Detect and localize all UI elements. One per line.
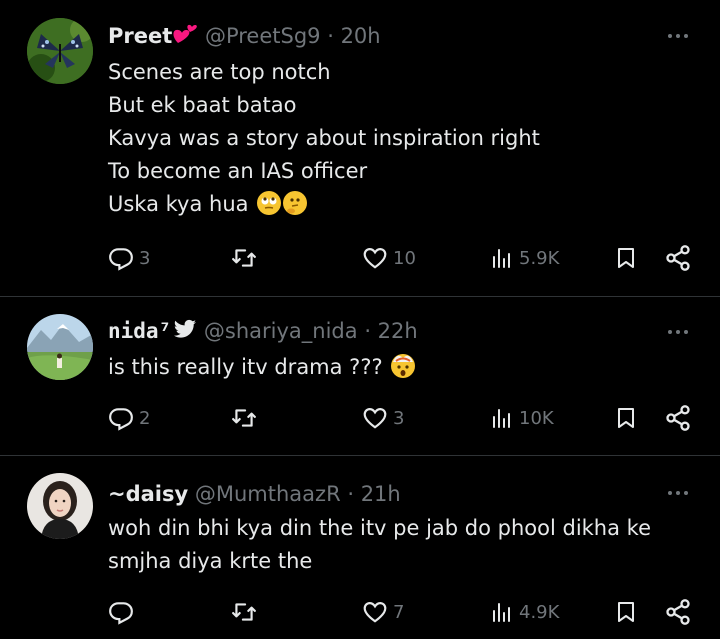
tweet-line: Scenes are top notch <box>108 60 331 84</box>
tweet-header: ~daisy @MumthaazR · 21h <box>108 480 401 508</box>
like-icon <box>363 248 387 269</box>
share-icon <box>666 245 690 271</box>
bookmark-button[interactable] <box>614 242 638 274</box>
share-icon <box>666 405 690 431</box>
tweet-line: is this really itv drama ??? <box>108 351 708 384</box>
views-count: 10K <box>519 407 554 429</box>
tweet-card[interactable]: ~daisy @MumthaazR · 21h woh din bhi kya … <box>0 456 720 639</box>
tweet-line: To become an IAS officer <box>108 159 368 183</box>
bookmark-button[interactable] <box>614 402 638 434</box>
reply-icon <box>109 248 133 271</box>
butterfly-avatar-image <box>27 18 93 84</box>
views-button[interactable]: 5.9K <box>490 242 559 274</box>
bookmark-icon <box>618 408 634 428</box>
thinking-emoji <box>283 191 308 215</box>
tweet-line: Kavya was a story about inspiration righ… <box>108 126 540 150</box>
reply-button[interactable] <box>108 596 139 628</box>
portrait-avatar-image <box>27 473 93 539</box>
separator: · <box>357 319 378 343</box>
retweet-button[interactable] <box>230 242 263 274</box>
like-button[interactable]: 10 <box>362 242 416 274</box>
exploding-head-emoji <box>391 354 416 378</box>
bookmark-button[interactable] <box>614 596 638 628</box>
like-button[interactable]: 7 <box>362 596 404 628</box>
more-icon[interactable] <box>664 489 694 497</box>
timestamp[interactable]: 21h <box>361 482 401 506</box>
separator: · <box>320 24 341 48</box>
views-button[interactable]: 4.9K <box>490 596 559 628</box>
avatar[interactable] <box>27 18 93 84</box>
handle[interactable]: @MumthaazR <box>195 482 341 506</box>
more-icon[interactable] <box>664 328 694 336</box>
separator: · <box>340 482 361 506</box>
action-bar: 2 3 10K <box>0 402 720 434</box>
reply-count: 2 <box>139 407 151 429</box>
like-button[interactable]: 3 <box>362 402 404 434</box>
avatar[interactable] <box>27 473 93 539</box>
views-count: 4.9K <box>519 601 560 623</box>
like-icon <box>363 408 387 429</box>
retweet-icon <box>232 249 256 267</box>
views-icon <box>493 603 510 622</box>
reply-button[interactable]: 2 <box>108 402 150 434</box>
avatar[interactable] <box>27 314 93 380</box>
timestamp[interactable]: 20h <box>341 24 381 48</box>
tweet-card[interactable]: nida⁷ @shariya_nida · 22h is this really… <box>0 297 720 455</box>
views-icon <box>493 249 510 268</box>
action-bar: 3 10 5.9K <box>0 242 720 274</box>
timestamp[interactable]: 22h <box>378 319 418 343</box>
tweet-line: Uska kya hua <box>108 188 708 221</box>
handle[interactable]: @shariya_nida <box>204 319 358 343</box>
share-button[interactable] <box>664 402 692 434</box>
display-name[interactable]: Preet <box>108 24 172 48</box>
share-icon <box>666 599 690 625</box>
bird-icon <box>173 318 197 338</box>
reply-count: 3 <box>139 247 151 269</box>
action-bar: 7 4.9K <box>0 596 720 628</box>
tweet-header: Preet @PreetSg9 · 20h <box>108 22 381 50</box>
tweet-line: smjha diya krte the <box>108 549 313 573</box>
views-button[interactable]: 10K <box>490 402 554 434</box>
display-name[interactable]: nida⁷ <box>108 319 171 343</box>
reply-icon <box>109 408 133 431</box>
tweet-text: is this really itv drama ??? <box>108 351 708 384</box>
like-count: 7 <box>393 601 405 623</box>
share-button[interactable] <box>664 242 692 274</box>
like-count: 3 <box>393 407 405 429</box>
bookmark-icon <box>618 248 634 268</box>
tweet-line: But ek baat batao <box>108 93 297 117</box>
retweet-icon <box>232 409 256 427</box>
views-icon <box>493 409 510 428</box>
reply-icon <box>109 602 133 625</box>
share-button[interactable] <box>664 596 692 628</box>
tweet-text: woh din bhi kya din the itv pe jab do ph… <box>108 512 708 578</box>
retweet-icon <box>232 603 256 621</box>
landscape-avatar-image <box>27 314 93 380</box>
retweet-button[interactable] <box>230 402 263 434</box>
like-icon <box>363 602 387 623</box>
reply-button[interactable]: 3 <box>108 242 150 274</box>
retweet-button[interactable] <box>230 596 263 628</box>
tweet-header: nida⁷ @shariya_nida · 22h <box>108 317 418 345</box>
eye-roll-emoji <box>257 191 282 215</box>
tweet-card[interactable]: Preet @PreetSg9 · 20h Scenes are top not… <box>0 0 720 296</box>
like-count: 10 <box>393 247 416 269</box>
display-name[interactable]: ~daisy <box>108 482 188 506</box>
tweet-text: Scenes are top notch But ek baat batao K… <box>108 56 708 221</box>
handle[interactable]: @PreetSg9 <box>205 24 321 48</box>
heart-emoji-icon <box>172 23 198 45</box>
tweet-line: woh din bhi kya din the itv pe jab do ph… <box>108 516 651 540</box>
bookmark-icon <box>618 602 634 622</box>
more-icon[interactable] <box>664 32 694 40</box>
views-count: 5.9K <box>519 247 560 269</box>
